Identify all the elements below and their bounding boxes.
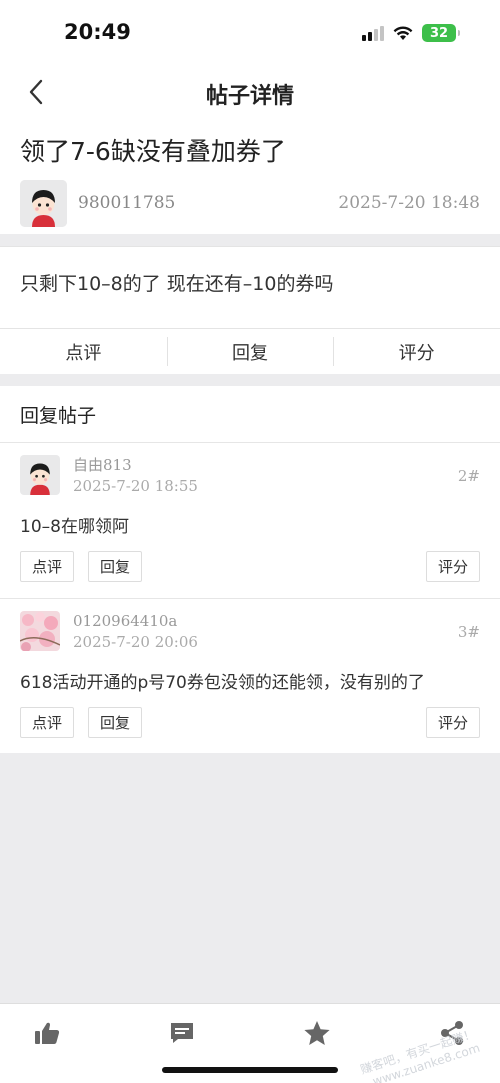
- home-indicator: [162, 1067, 338, 1073]
- reply-avatar[interactable]: [20, 455, 60, 495]
- bottom-toolbar: 赚客吧，有买一起赚！ www.zuanke8.com: [0, 1003, 500, 1083]
- reply-actions: 点评 回复 评分: [20, 707, 480, 738]
- reply-username[interactable]: 自由813: [73, 455, 198, 475]
- reply-section-title: 回复帖子: [0, 386, 500, 443]
- section-gap: [0, 374, 500, 386]
- cartoon-boy-avatar-icon: [20, 179, 67, 227]
- status-indicators: 32: [362, 24, 460, 42]
- like-button[interactable]: [32, 1018, 62, 1048]
- nav-bar: 帖子详情: [0, 64, 500, 120]
- reply-text: 10–8在哪领阿: [20, 517, 129, 537]
- reply-info: 自由813 2025-7-20 18:55: [73, 455, 198, 497]
- reply-username[interactable]: 0120964410a: [73, 611, 198, 631]
- cartoon-boy-avatar-icon: [20, 455, 60, 495]
- reply-reply-button[interactable]: 回复: [88, 551, 143, 582]
- status-bar: 20:49 32: [0, 0, 500, 64]
- battery-icon: 32: [422, 24, 460, 42]
- post-rate-button[interactable]: 评分: [333, 329, 500, 374]
- cellular-signal-icon: [362, 25, 384, 41]
- comment-icon: [171, 1023, 193, 1043]
- post-reply-button[interactable]: 回复: [166, 329, 334, 374]
- reply-section: 回复帖子 自由813 2025-7-20 18:55 2# 10–8在哪领阿 点…: [0, 386, 500, 753]
- reply-item: 自由813 2025-7-20 18:55 2# 10–8在哪领阿 点评 回复 …: [0, 443, 500, 598]
- floor-number: 3#: [457, 623, 480, 641]
- post-body: 只剩下10–8的了 现在还有–10的券吗: [0, 247, 500, 328]
- post-action-bar: 点评 回复 评分: [0, 328, 500, 374]
- reply-meta: 自由813 2025-7-20 18:55: [20, 455, 480, 497]
- reply-text: 618活动开通的p号70券包没领的还能领，没有别的了: [20, 673, 425, 693]
- page-title: 帖子详情: [205, 84, 294, 109]
- post-author-row: 980011785 2025-7-20 18:48: [20, 172, 480, 234]
- battery-level: 32: [429, 25, 449, 41]
- reply-item: 0120964410a 2025-7-20 20:06 3# 618活动开通的p…: [0, 598, 500, 753]
- reply-comment-button[interactable]: 点评: [20, 551, 75, 582]
- reply-actions: 点评 回复 评分: [20, 551, 480, 582]
- status-time: 20:49: [64, 20, 131, 44]
- thumbs-up-icon: [35, 1022, 60, 1044]
- post-header: 领了7-6缺没有叠加券了 980011785 2025-7-20 18:48: [0, 120, 500, 234]
- cherry-blossom-avatar-icon: [20, 611, 60, 651]
- reply-info: 0120964410a 2025-7-20 20:06: [73, 611, 198, 653]
- post-title: 领了7-6缺没有叠加券了: [20, 137, 286, 166]
- author-name[interactable]: 980011785: [78, 193, 175, 213]
- reply-meta: 0120964410a 2025-7-20 20:06: [20, 611, 480, 653]
- reply-rate-button[interactable]: 评分: [425, 551, 480, 582]
- reply-comment-button[interactable]: 点评: [20, 707, 75, 738]
- post-comment-button[interactable]: 点评: [0, 329, 167, 374]
- favorite-button[interactable]: [302, 1018, 332, 1048]
- floor-number: 2#: [457, 467, 480, 485]
- reply-reply-button[interactable]: 回复: [88, 707, 143, 738]
- comment-tab-button[interactable]: [167, 1018, 197, 1048]
- post-date: 2025-7-20 18:48: [338, 193, 480, 213]
- author-avatar[interactable]: [20, 179, 67, 227]
- share-icon: [441, 1021, 463, 1045]
- reply-avatar[interactable]: [20, 611, 60, 651]
- star-icon: [304, 1021, 330, 1045]
- reply-date: 2025-7-20 20:06: [73, 633, 198, 651]
- wifi-icon: [393, 25, 413, 40]
- share-button[interactable]: [437, 1018, 467, 1048]
- reply-rate-button[interactable]: 评分: [425, 707, 480, 738]
- reply-date: 2025-7-20 18:55: [73, 477, 198, 495]
